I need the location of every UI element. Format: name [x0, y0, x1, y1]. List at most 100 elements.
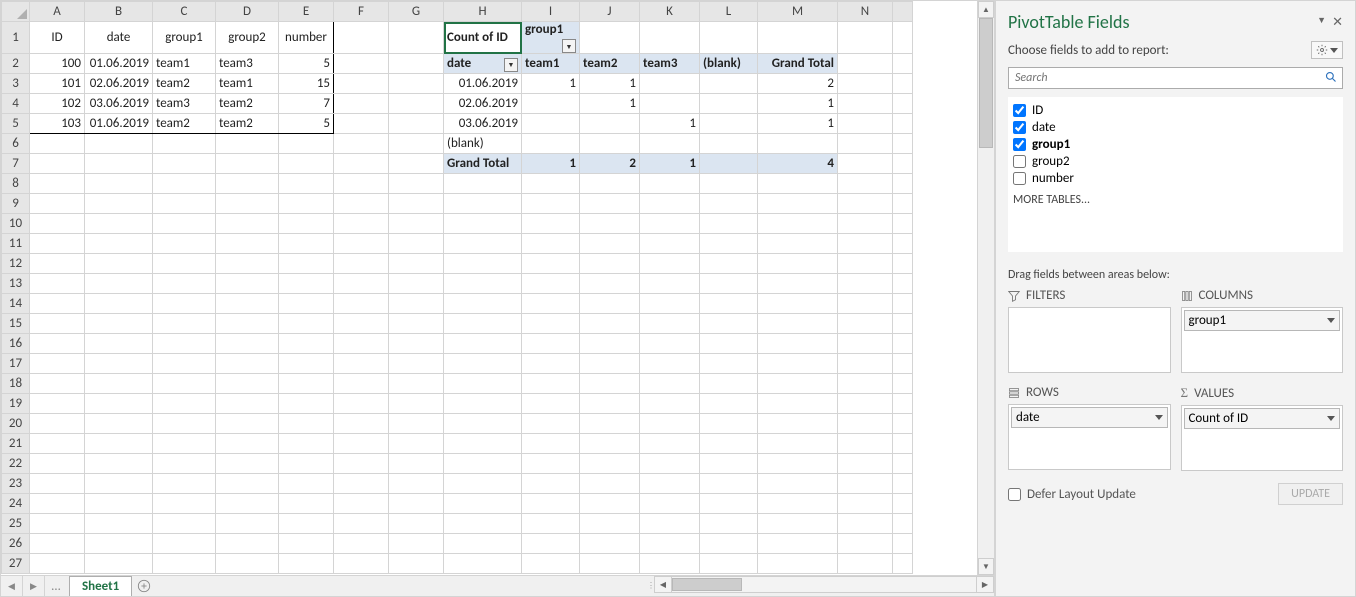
- cell[interactable]: [279, 534, 334, 554]
- cell[interactable]: [216, 494, 279, 514]
- cell[interactable]: [700, 414, 758, 434]
- cell[interactable]: [838, 534, 893, 554]
- cell[interactable]: [153, 214, 216, 234]
- cell[interactable]: [389, 94, 444, 114]
- cell[interactable]: [444, 534, 522, 554]
- cell[interactable]: [522, 234, 580, 254]
- tab-overflow-icon[interactable]: …: [45, 579, 67, 594]
- cell[interactable]: [153, 234, 216, 254]
- cell[interactable]: [838, 514, 893, 534]
- cell[interactable]: [279, 194, 334, 214]
- cell[interactable]: [444, 374, 522, 394]
- cell[interactable]: [838, 394, 893, 414]
- cell[interactable]: [838, 174, 893, 194]
- cell[interactable]: [580, 434, 640, 454]
- cell[interactable]: [389, 274, 444, 294]
- cell[interactable]: 1: [758, 94, 838, 114]
- row-header[interactable]: 13: [2, 274, 30, 294]
- cell[interactable]: [216, 354, 279, 374]
- cell[interactable]: [85, 154, 153, 174]
- cell[interactable]: [334, 434, 389, 454]
- cell[interactable]: [758, 534, 838, 554]
- row-header[interactable]: 18: [2, 374, 30, 394]
- worksheet-grid[interactable]: A B C D E F G H I J K L M N 1 ID date gr…: [1, 1, 913, 574]
- cell[interactable]: [640, 434, 700, 454]
- cell[interactable]: [153, 274, 216, 294]
- cell[interactable]: team1: [153, 54, 216, 74]
- cell[interactable]: [30, 214, 85, 234]
- cell[interactable]: [838, 74, 893, 94]
- cell[interactable]: [700, 154, 758, 174]
- cell[interactable]: [444, 314, 522, 334]
- cell[interactable]: [30, 134, 85, 154]
- cell[interactable]: [279, 454, 334, 474]
- cell[interactable]: [522, 214, 580, 234]
- cell[interactable]: [85, 294, 153, 314]
- row-header[interactable]: 2: [2, 54, 30, 74]
- cell[interactable]: [758, 554, 838, 574]
- cell[interactable]: [580, 374, 640, 394]
- cell[interactable]: [389, 234, 444, 254]
- cell[interactable]: date: [85, 22, 153, 54]
- cell[interactable]: [444, 234, 522, 254]
- cell[interactable]: [153, 454, 216, 474]
- cell[interactable]: [85, 194, 153, 214]
- cell[interactable]: 03.06.2019: [444, 114, 522, 134]
- cell[interactable]: [216, 174, 279, 194]
- cell[interactable]: team2: [580, 54, 640, 74]
- cell[interactable]: [758, 434, 838, 454]
- cell[interactable]: [334, 254, 389, 274]
- cell[interactable]: [30, 374, 85, 394]
- cell[interactable]: [389, 154, 444, 174]
- row-header[interactable]: 27: [2, 554, 30, 574]
- cell[interactable]: [640, 74, 700, 94]
- cell[interactable]: [580, 454, 640, 474]
- scroll-left-arrow-icon[interactable]: ◀: [655, 577, 672, 592]
- cell[interactable]: [580, 114, 640, 134]
- cell[interactable]: [700, 74, 758, 94]
- cell[interactable]: [700, 354, 758, 374]
- cell[interactable]: [522, 434, 580, 454]
- cell[interactable]: [334, 374, 389, 394]
- cell[interactable]: [758, 494, 838, 514]
- cell[interactable]: [334, 394, 389, 414]
- row-header[interactable]: 26: [2, 534, 30, 554]
- cell[interactable]: [279, 334, 334, 354]
- cell[interactable]: [700, 334, 758, 354]
- field-item-group2[interactable]: group2: [1013, 153, 1338, 170]
- cell[interactable]: [279, 394, 334, 414]
- row-header[interactable]: 6: [2, 134, 30, 154]
- cell[interactable]: [580, 234, 640, 254]
- cell[interactable]: [700, 174, 758, 194]
- cell[interactable]: [640, 474, 700, 494]
- row-header[interactable]: 9: [2, 194, 30, 214]
- cell[interactable]: [389, 174, 444, 194]
- cell[interactable]: [444, 254, 522, 274]
- cell[interactable]: [580, 314, 640, 334]
- cell[interactable]: [700, 254, 758, 274]
- cell[interactable]: [838, 114, 893, 134]
- chevron-down-icon[interactable]: [1155, 415, 1163, 420]
- hscroll-track[interactable]: [672, 577, 976, 592]
- cell[interactable]: [334, 454, 389, 474]
- cell[interactable]: team2: [216, 94, 279, 114]
- cell[interactable]: 7: [279, 94, 334, 114]
- cell[interactable]: number: [279, 22, 334, 54]
- cell[interactable]: [153, 154, 216, 174]
- cell[interactable]: [216, 454, 279, 474]
- cell[interactable]: 2: [580, 154, 640, 174]
- cell[interactable]: [279, 414, 334, 434]
- cell[interactable]: [758, 334, 838, 354]
- pivot-col-dropdown-icon[interactable]: ▼: [562, 39, 576, 53]
- cell[interactable]: [522, 414, 580, 434]
- cell[interactable]: [30, 434, 85, 454]
- cell[interactable]: [30, 514, 85, 534]
- cell[interactable]: [580, 394, 640, 414]
- cell[interactable]: [522, 314, 580, 334]
- search-icon[interactable]: [1325, 71, 1337, 87]
- cell[interactable]: [758, 354, 838, 374]
- values-area[interactable]: ΣVALUES Count of ID: [1181, 383, 1344, 471]
- cell[interactable]: [580, 134, 640, 154]
- cell[interactable]: [700, 474, 758, 494]
- cell[interactable]: [216, 514, 279, 534]
